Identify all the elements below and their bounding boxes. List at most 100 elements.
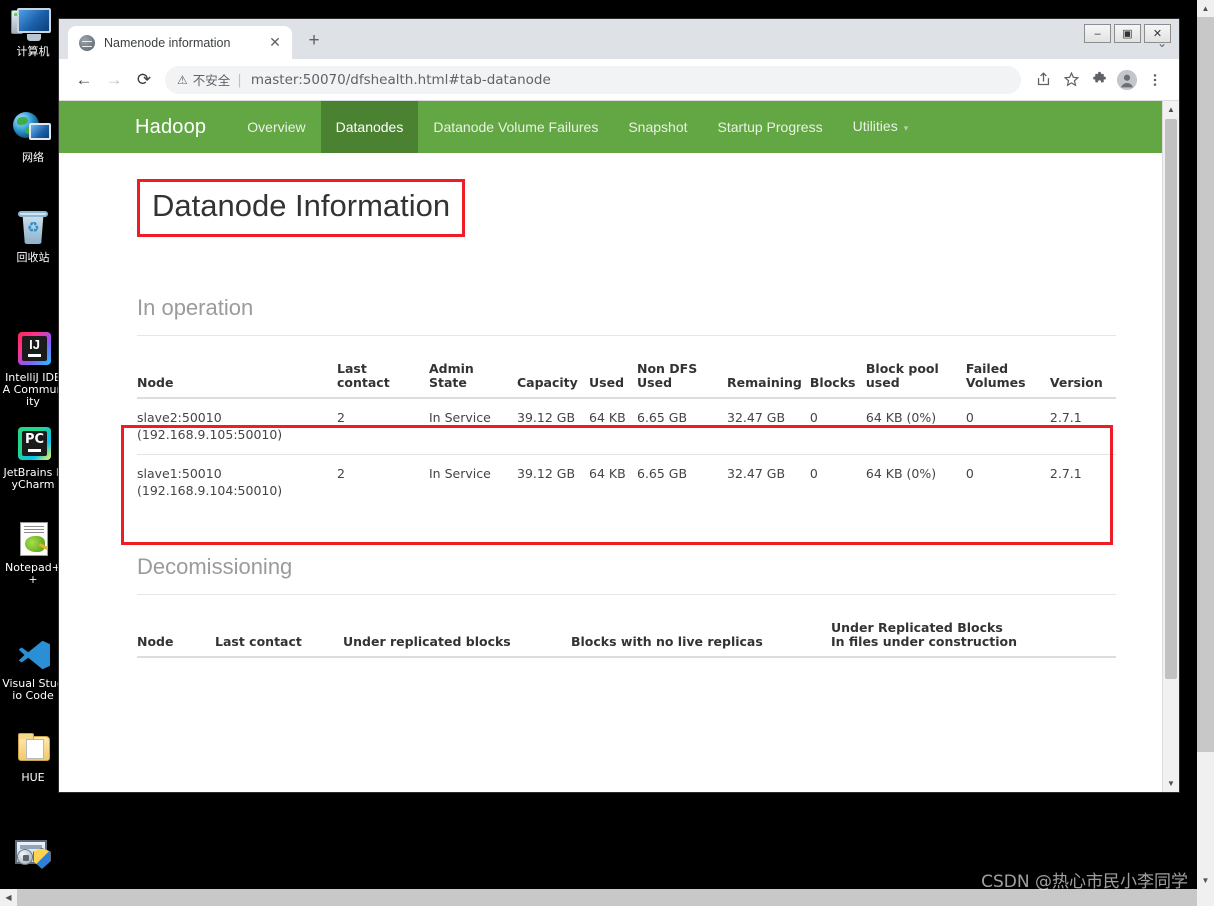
folder-icon (11, 730, 55, 770)
desktop-icon-security[interactable] (2, 836, 64, 878)
col-under-replicated-in-construction[interactable]: Under Replicated Blocks In files under c… (831, 617, 1116, 658)
desktop-vertical-scrollbar[interactable]: ▲ ▼ (1197, 0, 1214, 889)
scroll-up-arrow-icon[interactable]: ▲ (1197, 0, 1214, 17)
chrome-browser-window: Namenode information ✕ + ⌄ – ▣ ✕ ← → ⟳ ⚠… (58, 18, 1180, 793)
scroll-thumb[interactable] (17, 889, 1197, 906)
window-controls: – ▣ ✕ (1084, 24, 1171, 43)
network-globe-icon (11, 110, 55, 150)
scroll-down-arrow-icon[interactable]: ▼ (1163, 775, 1179, 792)
col-label-line-2: In files under construction (831, 634, 1017, 649)
desktop-icon-hue-folder[interactable]: HUE (2, 730, 64, 784)
reload-button[interactable]: ⟳ (129, 65, 159, 95)
table-header: Node Last contact Admin State Capacity U… (137, 358, 1116, 399)
profile-avatar-icon[interactable] (1113, 66, 1141, 94)
nav-item-datanode-volume-failures[interactable]: Datanode Volume Failures (418, 101, 613, 153)
desktop-icon-label: Notepad++ (5, 561, 61, 586)
desktop-horizontal-scrollbar[interactable]: ◀ (0, 889, 1197, 906)
col-non-dfs-used[interactable]: Non DFS Used (637, 358, 727, 399)
desktop-icon-vscode[interactable]: Visual Studio Code (2, 636, 64, 702)
page-title: Datanode Information (152, 188, 451, 223)
node-address: (192.168.9.105:50010) (137, 427, 283, 442)
node-name[interactable]: slave2:50010 (137, 410, 329, 426)
col-used[interactable]: Used (589, 358, 637, 399)
cell-last-contact: 2 (337, 454, 429, 510)
maximize-restore-button[interactable]: ▣ (1114, 24, 1141, 43)
intellij-idea-icon: IJ (11, 330, 55, 370)
divider (137, 594, 1116, 595)
nav-item-overview[interactable]: Overview (232, 101, 320, 153)
table-body (137, 657, 1116, 699)
col-last-contact[interactable]: Last contact (215, 617, 343, 658)
col-under-replicated-blocks[interactable]: Under replicated blocks (343, 617, 571, 658)
cell-node: slave2:50010 (192.168.9.105:50010) (137, 398, 337, 455)
empty-cell (215, 657, 343, 699)
col-failed-volumes[interactable]: Failed Volumes (965, 358, 1050, 399)
nav-item-snapshot[interactable]: Snapshot (613, 101, 702, 153)
hadoop-brand[interactable]: Hadoop (135, 116, 206, 139)
nav-item-utilities[interactable]: Utilities ▾ (838, 101, 924, 154)
desktop-icon-pycharm[interactable]: PC JetBrains PyCharm (2, 425, 64, 491)
col-node[interactable]: Node (137, 358, 337, 399)
table-body: slave2:50010 (192.168.9.105:50010) 2 In … (137, 398, 1116, 510)
cell-used: 64 KB (589, 410, 626, 425)
desktop-icon-network[interactable]: 网络 (2, 110, 64, 164)
browser-tab[interactable]: Namenode information ✕ (68, 26, 292, 59)
col-block-pool-used[interactable]: Block pool used (865, 358, 966, 399)
address-bar[interactable]: ⚠ 不安全 | master:50070/dfshealth.html#tab-… (165, 65, 1021, 94)
back-button[interactable]: ← (69, 65, 99, 95)
site-security-indicator[interactable]: ⚠ 不安全 (177, 70, 230, 89)
cell-admin-state: In Service (429, 410, 491, 425)
scroll-thumb[interactable] (1165, 119, 1177, 679)
table-row[interactable]: slave1:50010 (192.168.9.104:50010) 2 In … (137, 454, 1116, 510)
col-blocks[interactable]: Blocks (809, 358, 866, 399)
col-blocks-no-live-replicas[interactable]: Blocks with no live replicas (571, 617, 831, 658)
share-icon[interactable] (1029, 66, 1057, 94)
forward-button[interactable]: → (99, 65, 129, 95)
col-last-contact[interactable]: Last contact (337, 358, 429, 399)
empty-cell (343, 657, 571, 699)
col-capacity[interactable]: Capacity (517, 358, 589, 399)
in-operation-table: Node Last contact Admin State Capacity U… (137, 358, 1116, 510)
desktop-icon-intellij-idea[interactable]: IJ IntelliJ IDEA Community (2, 330, 64, 408)
node-name[interactable]: slave1:50010 (137, 466, 329, 482)
desktop-icon-label: 计算机 (16, 45, 50, 58)
desktop-icon-label: IntelliJ IDEA Community (2, 371, 64, 408)
desktop-icon-recycle-bin[interactable]: 回收站 (2, 210, 64, 264)
col-label-line-1: Under Replicated Blocks (831, 620, 1003, 635)
nav-item-startup-progress[interactable]: Startup Progress (703, 101, 838, 153)
close-tab-icon[interactable]: ✕ (266, 34, 284, 52)
scrollbar-corner (1197, 889, 1214, 906)
puzzle-piece-icon[interactable] (1085, 66, 1113, 94)
desktop-icon-notepadpp[interactable]: Notepad++ (2, 520, 64, 586)
new-tab-button[interactable]: + (300, 28, 328, 56)
col-admin-state[interactable]: Admin State (429, 358, 517, 399)
empty-cell (137, 657, 215, 699)
col-remaining[interactable]: Remaining (727, 358, 810, 399)
scroll-up-arrow-icon[interactable]: ▲ (1163, 101, 1179, 118)
cell-remaining: 32.47 GB (727, 454, 810, 510)
cell-last-contact: 2 (337, 410, 345, 425)
cell-block-pool-used: 64 KB (0%) (865, 454, 966, 510)
desktop-icon-computer[interactable]: 计算机 (2, 4, 64, 58)
cell-failed-volumes: 0 (965, 410, 974, 425)
browser-tab-strip: Namenode information ✕ + ⌄ – ▣ ✕ (59, 19, 1179, 59)
security-shield-icon (11, 836, 55, 876)
desktop-icon-label: JetBrains PyCharm (3, 466, 63, 491)
star-icon[interactable] (1057, 66, 1085, 94)
nav-item-datanodes[interactable]: Datanodes (320, 101, 419, 153)
scroll-left-arrow-icon[interactable]: ◀ (0, 889, 17, 906)
decommissioning-table: Node Last contact Under replicated block… (137, 617, 1116, 699)
page-title-highlight-box: Datanode Information (137, 179, 466, 237)
scroll-down-arrow-icon[interactable]: ▼ (1197, 872, 1214, 889)
col-version[interactable]: Version (1049, 358, 1116, 399)
page-vertical-scrollbar[interactable]: ▲ ▼ (1162, 101, 1179, 792)
scroll-thumb[interactable] (1197, 17, 1214, 752)
table-row[interactable]: slave2:50010 (192.168.9.105:50010) 2 In … (137, 398, 1116, 455)
url-text: master:50070/dfshealth.html#tab-datanode (250, 71, 551, 88)
section-heading-decommissioning: Decomissioning (137, 554, 293, 579)
close-window-button[interactable]: ✕ (1144, 24, 1171, 43)
minimize-button[interactable]: – (1084, 24, 1111, 43)
web-page-content: Hadoop Overview Datanodes Datanode Volum… (59, 101, 1162, 792)
col-node[interactable]: Node (137, 617, 215, 658)
three-dots-menu-icon[interactable] (1141, 66, 1169, 94)
